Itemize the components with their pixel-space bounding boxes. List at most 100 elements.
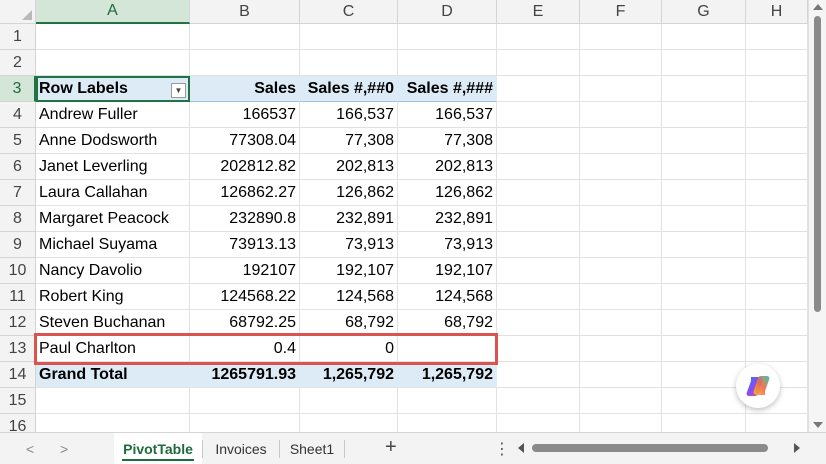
- column-header-e[interactable]: E: [497, 0, 580, 24]
- cell-e14[interactable]: [497, 362, 580, 388]
- row-header-14[interactable]: 14: [0, 362, 36, 388]
- row-header-5[interactable]: 5: [0, 128, 36, 154]
- pivot-value-cell[interactable]: 202,813: [300, 154, 398, 180]
- row-header-8[interactable]: 8: [0, 206, 36, 232]
- pivot-value-cell[interactable]: 202,813: [398, 154, 497, 180]
- column-header-d[interactable]: D: [398, 0, 497, 24]
- row-header-1[interactable]: 1: [0, 24, 36, 50]
- column-header-b[interactable]: B: [190, 0, 300, 24]
- pivot-value-cell[interactable]: 166537: [190, 102, 300, 128]
- cell-e4[interactable]: [497, 102, 580, 128]
- cell-f12[interactable]: [580, 310, 662, 336]
- add-sheet-button[interactable]: +: [385, 436, 397, 459]
- cell-f14[interactable]: [580, 362, 662, 388]
- cell-d16[interactable]: [398, 414, 497, 432]
- pivot-value-cell[interactable]: 73913.13: [190, 232, 300, 258]
- cell-h3[interactable]: [746, 76, 808, 102]
- cell-h6[interactable]: [746, 154, 808, 180]
- pivot-value-cell[interactable]: 68792.25: [190, 310, 300, 336]
- pivot-row-label[interactable]: Michael Suyama: [36, 232, 190, 258]
- cell-d15[interactable]: [398, 388, 497, 414]
- cell-f3[interactable]: [580, 76, 662, 102]
- pivot-value-cell[interactable]: [398, 336, 497, 362]
- cell-h8[interactable]: [746, 206, 808, 232]
- cell-f2[interactable]: [580, 50, 662, 76]
- pivot-row-label[interactable]: Robert King: [36, 284, 190, 310]
- cell-c15[interactable]: [300, 388, 398, 414]
- pivot-value-cell[interactable]: 166,537: [398, 102, 497, 128]
- cell-e1[interactable]: [497, 24, 580, 50]
- cell-e7[interactable]: [497, 180, 580, 206]
- cell-g12[interactable]: [662, 310, 746, 336]
- cell-h5[interactable]: [746, 128, 808, 154]
- grand-total-value[interactable]: 1265791.93: [190, 362, 300, 388]
- cell-g7[interactable]: [662, 180, 746, 206]
- pivot-row-label[interactable]: Laura Callahan: [36, 180, 190, 206]
- more-options-icon[interactable]: ⋮: [494, 439, 510, 459]
- cell-h7[interactable]: [746, 180, 808, 206]
- column-header-f[interactable]: F: [580, 0, 662, 24]
- pivot-value-cell[interactable]: 73,913: [300, 232, 398, 258]
- cell-c16[interactable]: [300, 414, 398, 432]
- cell-h16[interactable]: [746, 414, 808, 432]
- cell-g16[interactable]: [662, 414, 746, 432]
- pivot-value-cell[interactable]: 202812.82: [190, 154, 300, 180]
- cell-e3[interactable]: [497, 76, 580, 102]
- cell-b1[interactable]: [190, 24, 300, 50]
- cell-f1[interactable]: [580, 24, 662, 50]
- pivot-value-cell[interactable]: 73,913: [398, 232, 497, 258]
- pivot-value-cell[interactable]: 126,862: [398, 180, 497, 206]
- column-header-c[interactable]: C: [300, 0, 398, 24]
- pivot-value-cell[interactable]: 126862.27: [190, 180, 300, 206]
- cell-b15[interactable]: [190, 388, 300, 414]
- pivot-value-cell[interactable]: 124,568: [300, 284, 398, 310]
- pivot-value-cell[interactable]: 68,792: [398, 310, 497, 336]
- cell-g4[interactable]: [662, 102, 746, 128]
- pivot-value-cell[interactable]: 192107: [190, 258, 300, 284]
- cell-g6[interactable]: [662, 154, 746, 180]
- row-header-15[interactable]: 15: [0, 388, 36, 414]
- cell-a15[interactable]: [36, 388, 190, 414]
- cell-f6[interactable]: [580, 154, 662, 180]
- cell-h11[interactable]: [746, 284, 808, 310]
- pivot-value-cell[interactable]: 192,107: [300, 258, 398, 284]
- cell-e9[interactable]: [497, 232, 580, 258]
- row-header-3[interactable]: 3: [0, 76, 36, 102]
- tab-sheet1[interactable]: Sheet1: [281, 433, 343, 464]
- cell-d2[interactable]: [398, 50, 497, 76]
- cell-g11[interactable]: [662, 284, 746, 310]
- pivot-column-header[interactable]: Sales #,###: [398, 76, 497, 102]
- cell-a16[interactable]: [36, 414, 190, 432]
- scroll-right-arrow-icon[interactable]: [794, 443, 800, 453]
- pivot-row-label[interactable]: Paul Charlton: [36, 336, 190, 362]
- grand-total-label[interactable]: Grand Total: [36, 362, 190, 388]
- pivot-value-cell[interactable]: 192,107: [398, 258, 497, 284]
- pivot-value-cell[interactable]: 126,862: [300, 180, 398, 206]
- cell-h9[interactable]: [746, 232, 808, 258]
- pivot-column-header[interactable]: Sales: [190, 76, 300, 102]
- grand-total-value[interactable]: 1,265,792: [300, 362, 398, 388]
- vertical-scrollbar[interactable]: [808, 0, 826, 432]
- cell-e16[interactable]: [497, 414, 580, 432]
- pivot-value-cell[interactable]: 77,308: [300, 128, 398, 154]
- cell-g3[interactable]: [662, 76, 746, 102]
- cell-e5[interactable]: [497, 128, 580, 154]
- cell-f13[interactable]: [580, 336, 662, 362]
- cell-f8[interactable]: [580, 206, 662, 232]
- cell-g14[interactable]: [662, 362, 746, 388]
- grand-total-value[interactable]: 1,265,792: [398, 362, 497, 388]
- scroll-left-arrow-icon[interactable]: [518, 443, 524, 453]
- vertical-scroll-thumb[interactable]: [814, 16, 821, 312]
- pivot-row-labels-header[interactable]: Row Labels ▼: [36, 76, 190, 102]
- row-header-2[interactable]: 2: [0, 50, 36, 76]
- row-header-4[interactable]: 4: [0, 102, 36, 128]
- cell-e8[interactable]: [497, 206, 580, 232]
- row-header-13[interactable]: 13: [0, 336, 36, 362]
- pivot-value-cell[interactable]: 232,891: [398, 206, 497, 232]
- pivot-value-cell[interactable]: 166,537: [300, 102, 398, 128]
- row-header-9[interactable]: 9: [0, 232, 36, 258]
- row-header-6[interactable]: 6: [0, 154, 36, 180]
- cell-h4[interactable]: [746, 102, 808, 128]
- pivot-value-cell[interactable]: 232890.8: [190, 206, 300, 232]
- cell-e15[interactable]: [497, 388, 580, 414]
